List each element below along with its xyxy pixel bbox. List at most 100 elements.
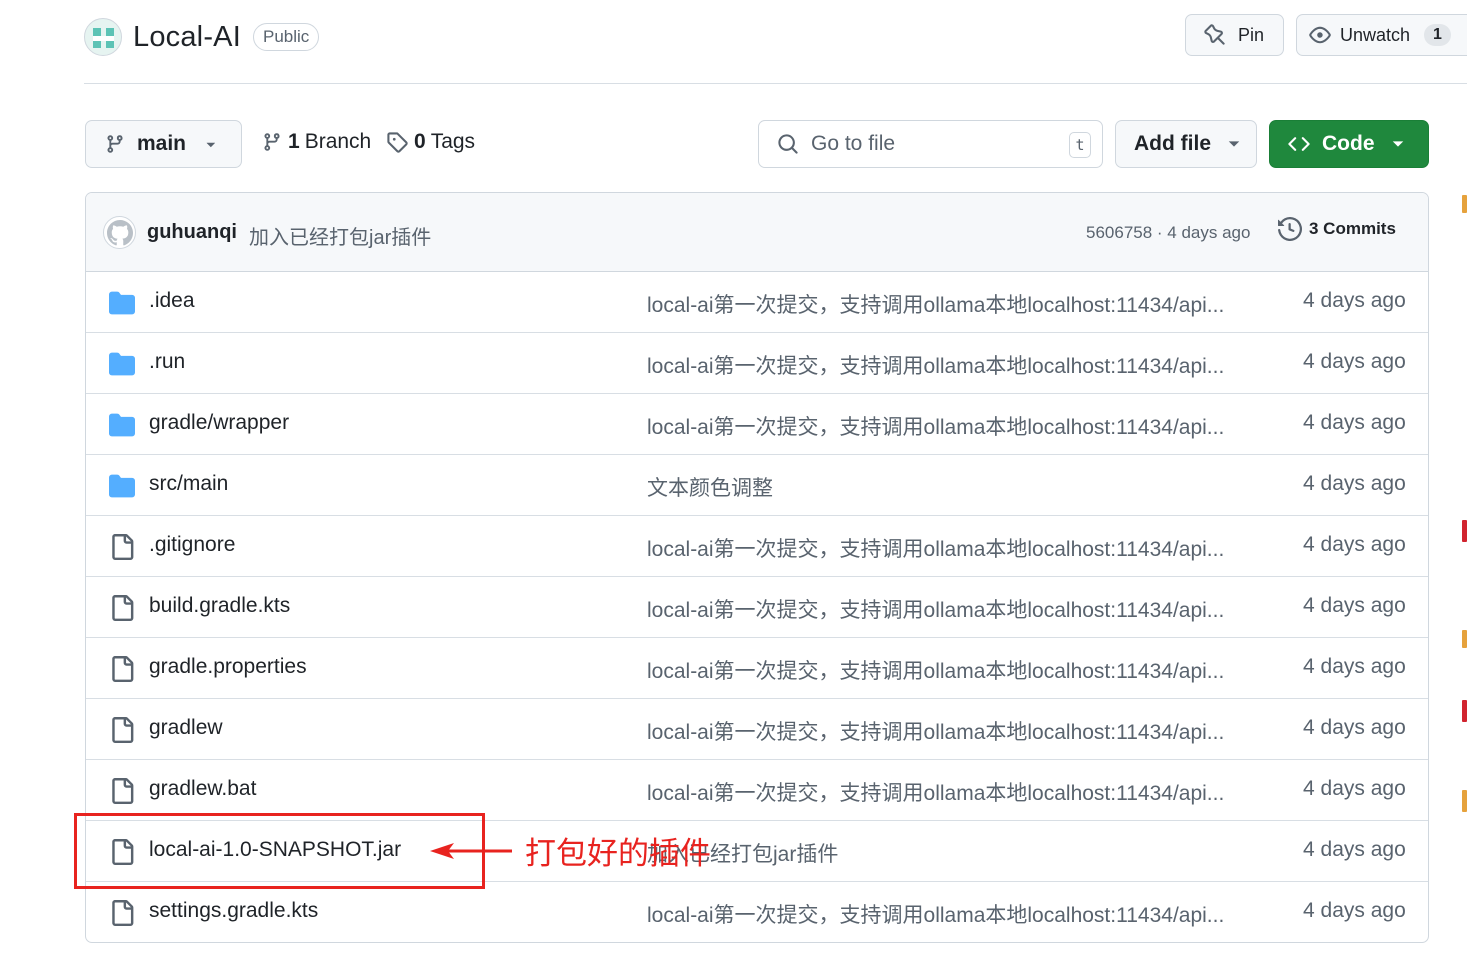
- branch-name: main: [137, 132, 187, 155]
- file-name-link[interactable]: gradle.properties: [149, 655, 307, 679]
- file-row[interactable]: .run local-ai第一次提交，支持调用ollama本地localhost:…: [86, 333, 1428, 394]
- add-file-button[interactable]: Add file: [1115, 120, 1257, 168]
- folder-icon: [109, 290, 135, 315]
- branch-select-button[interactable]: main: [85, 120, 242, 168]
- file-commit-message-link[interactable]: local-ai第一次提交，支持调用ollama本地localhost:1143…: [647, 899, 1224, 929]
- file-commit-age: 4 days ago: [1303, 594, 1406, 617]
- file-commit-age: 4 days ago: [1303, 655, 1406, 678]
- search-placeholder: Go to file: [811, 132, 896, 155]
- file-row[interactable]: gradle/wrapper local-ai第一次提交，支持调用ollama本地…: [86, 394, 1428, 455]
- caret-down-icon: [1228, 141, 1240, 147]
- sidebar-fragment: [1462, 700, 1467, 722]
- sidebar-fragment: [1462, 520, 1467, 542]
- go-to-file-input[interactable]: Go to file t: [758, 120, 1103, 168]
- commits-label: 3 Commits: [1309, 219, 1396, 238]
- branch-label: Branch: [304, 130, 372, 153]
- folder-icon: [109, 351, 135, 376]
- file-name-link[interactable]: .run: [149, 350, 185, 374]
- add-file-label: Add file: [1134, 132, 1211, 155]
- code-label: Code: [1322, 132, 1375, 155]
- file-row[interactable]: gradlew.bat local-ai第一次提交，支持调用ollama本地loc…: [86, 760, 1428, 821]
- pin-button[interactable]: Pin: [1185, 14, 1284, 56]
- sidebar-fragment: [1462, 630, 1467, 648]
- file-row[interactable]: .gitignore local-ai第一次提交，支持调用ollama本地loca…: [86, 516, 1428, 577]
- git-branch-icon: [107, 135, 123, 153]
- repo-name[interactable]: Local-AI: [133, 21, 241, 54]
- file-row[interactable]: src/main 文本颜色调整 4 days ago: [86, 455, 1428, 516]
- file-name-link[interactable]: gradle/wrapper: [149, 411, 289, 435]
- file-commit-message-link[interactable]: local-ai第一次提交，支持调用ollama本地localhost:1143…: [647, 777, 1224, 807]
- file-commit-message-link[interactable]: local-ai第一次提交，支持调用ollama本地localhost:1143…: [647, 350, 1224, 380]
- file-commit-age: 4 days ago: [1303, 533, 1406, 556]
- git-branch-icon: [264, 133, 280, 151]
- github-mark-icon: [106, 219, 133, 245]
- file-commit-message-link[interactable]: local-ai第一次提交，支持调用ollama本地localhost:1143…: [647, 289, 1224, 319]
- commits-history-link[interactable]: 3 Commits: [1278, 217, 1396, 241]
- code-button[interactable]: Code: [1269, 120, 1429, 168]
- file-name-link[interactable]: src/main: [149, 472, 228, 496]
- code-icon: [1288, 137, 1310, 151]
- folder-icon: [109, 412, 135, 437]
- file-icon: [109, 656, 135, 682]
- author-avatar[interactable]: [103, 216, 136, 249]
- annotation-label: 打包好的插件: [525, 836, 711, 872]
- file-icon: [109, 595, 135, 621]
- shortcut-key: t: [1069, 132, 1091, 158]
- tag-label: Tags: [430, 130, 476, 153]
- commit-meta[interactable]: 5606758 · 4 days ago: [1086, 223, 1250, 243]
- file-commit-age: 4 days ago: [1303, 472, 1406, 495]
- file-name-link[interactable]: .idea: [149, 289, 195, 313]
- file-commit-age: 4 days ago: [1303, 716, 1406, 739]
- file-commit-age: 4 days ago: [1303, 289, 1406, 312]
- file-name-link[interactable]: settings.gradle.kts: [149, 899, 318, 923]
- file-row[interactable]: gradlew local-ai第一次提交，支持调用ollama本地localho…: [86, 699, 1428, 760]
- unwatch-button[interactable]: Unwatch 1: [1296, 14, 1467, 56]
- file-commit-age: 4 days ago: [1303, 411, 1406, 434]
- pin-label: Pin: [1238, 24, 1265, 45]
- file-commit-age: 4 days ago: [1303, 838, 1406, 861]
- file-icon: [109, 778, 135, 804]
- file-commit-age: 4 days ago: [1303, 899, 1406, 922]
- tag-count: 0: [414, 130, 426, 153]
- file-commit-message-link[interactable]: local-ai第一次提交，支持调用ollama本地localhost:1143…: [647, 594, 1224, 624]
- caret-down-icon: [1392, 141, 1403, 147]
- file-commit-message-link[interactable]: local-ai第一次提交，支持调用ollama本地localhost:1143…: [647, 411, 1224, 441]
- file-row[interactable]: settings.gradle.kts local-ai第一次提交，支持调用oll…: [86, 882, 1428, 942]
- file-row[interactable]: gradle.properties local-ai第一次提交，支持调用ollam…: [86, 638, 1428, 699]
- file-row[interactable]: build.gradle.kts local-ai第一次提交，支持调用ollama…: [86, 577, 1428, 638]
- latest-commit-bar: guhuanqi 加入已经打包jar插件 5606758 · 4 days ag…: [86, 193, 1428, 272]
- file-icon: [109, 534, 135, 560]
- pin-icon: [1204, 24, 1225, 45]
- file-name-link[interactable]: gradlew.bat: [149, 777, 256, 801]
- repo-header: Local-AI Public: [84, 14, 320, 60]
- watch-count: 1: [1424, 24, 1451, 46]
- header-divider: [84, 83, 1467, 84]
- folder-icon: [109, 473, 135, 498]
- file-commit-age: 4 days ago: [1303, 777, 1406, 800]
- commit-author[interactable]: guhuanqi: [147, 221, 237, 244]
- tag-icon: [387, 132, 408, 153]
- unwatch-label: Unwatch: [1340, 24, 1411, 45]
- branch-count: 1: [288, 130, 300, 153]
- file-icon: [109, 900, 135, 926]
- history-icon: [1278, 217, 1302, 241]
- commit-message[interactable]: 加入已经打包jar插件: [249, 221, 431, 250]
- repo-avatar[interactable]: [84, 18, 122, 56]
- eye-icon: [1309, 26, 1331, 44]
- file-row[interactable]: .idea local-ai第一次提交，支持调用ollama本地localhost…: [86, 272, 1428, 333]
- branches-link[interactable]: 1 Branch: [262, 130, 371, 154]
- file-name-link[interactable]: gradlew: [149, 716, 223, 740]
- search-icon: [778, 134, 798, 154]
- file-commit-message-link[interactable]: 文本颜色调整: [647, 472, 773, 502]
- visibility-badge: Public: [253, 23, 320, 51]
- file-commit-message-link[interactable]: local-ai第一次提交，支持调用ollama本地localhost:1143…: [647, 533, 1224, 563]
- annotation-highlight-box: [74, 813, 485, 889]
- sidebar-fragment: [1462, 195, 1467, 213]
- file-commit-message-link[interactable]: local-ai第一次提交，支持调用ollama本地localhost:1143…: [647, 655, 1224, 685]
- file-icon: [109, 717, 135, 743]
- tags-link[interactable]: 0 Tags: [386, 130, 475, 154]
- file-name-link[interactable]: build.gradle.kts: [149, 594, 290, 618]
- file-name-link[interactable]: .gitignore: [149, 533, 235, 557]
- file-commit-age: 4 days ago: [1303, 350, 1406, 373]
- file-commit-message-link[interactable]: local-ai第一次提交，支持调用ollama本地localhost:1143…: [647, 716, 1224, 746]
